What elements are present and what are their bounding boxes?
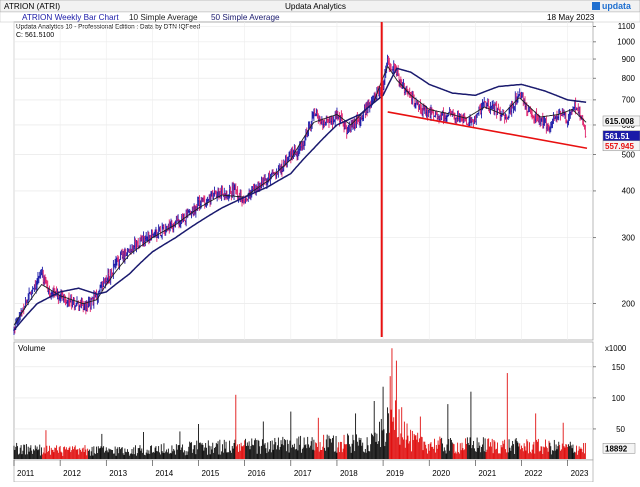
volume-tick-label: 50 xyxy=(616,425,625,434)
year-label: 2015 xyxy=(202,469,220,478)
year-label: 2017 xyxy=(294,469,312,478)
chart-date: 18 May 2023 xyxy=(547,13,595,22)
price-tick-label: 700 xyxy=(622,96,636,105)
year-label: 2014 xyxy=(155,469,173,478)
price-label-text: 561.51 xyxy=(605,132,630,141)
price-tick-label: 200 xyxy=(622,299,636,308)
close-readout: C: 561.5100 xyxy=(16,32,54,39)
volume-tick-label: 100 xyxy=(612,394,626,403)
provider-title: Updata Analytics xyxy=(285,2,346,11)
year-label: 2016 xyxy=(248,469,266,478)
volume-unit: x1000 xyxy=(605,344,627,353)
volume-last-text: 18892 xyxy=(605,444,628,453)
year-label: 2011 xyxy=(17,469,35,478)
price-label: 557.945 xyxy=(602,140,640,152)
volume-tick-label: 150 xyxy=(612,363,626,372)
symbol-title: ATRION (ATRI) xyxy=(4,2,60,11)
year-label: 2021 xyxy=(478,469,496,478)
price-tick-label: 400 xyxy=(622,187,636,196)
updata-logo-icon xyxy=(592,2,600,10)
price-label: 615.008 xyxy=(602,115,640,127)
year-label: 2018 xyxy=(340,469,358,478)
chart-canvas: ATRION (ATRI) Updata Analytics updata AT… xyxy=(0,0,640,483)
price-labels: 615.008 561.51557.945 xyxy=(602,115,640,152)
price-label-text: 557.945 xyxy=(605,142,634,151)
chart-window: ATRION (ATRI) Updata Analytics updata AT… xyxy=(0,0,640,483)
year-label: 2023 xyxy=(571,469,589,478)
price-label-text: 615.008 xyxy=(605,117,634,126)
year-label: 2013 xyxy=(109,469,127,478)
year-label: 2020 xyxy=(432,469,450,478)
price-label: 561.51 xyxy=(602,130,640,142)
ma50-legend: 50 Simple Average xyxy=(211,13,280,22)
volume-title: Volume xyxy=(18,344,46,353)
volume-last-label: 18892 xyxy=(602,443,636,454)
price-tick-label: 1100 xyxy=(618,22,636,31)
year-label: 2022 xyxy=(524,469,542,478)
brand-logo: updata xyxy=(602,1,631,11)
price-tick-label: 500 xyxy=(622,150,636,159)
year-label: 2019 xyxy=(386,469,404,478)
chart-name: ATRION Weekly Bar Chart xyxy=(22,13,119,22)
price-tick-label: 300 xyxy=(622,234,636,243)
price-tick-label: 1000 xyxy=(617,38,635,47)
edition-note: Updata Analytics 10 - Professional Editi… xyxy=(16,24,200,31)
price-tick-label: 800 xyxy=(622,74,636,83)
price-tick-label: 900 xyxy=(622,55,636,64)
ma10-legend: 10 Simple Average xyxy=(129,13,198,22)
year-label: 2012 xyxy=(63,469,81,478)
